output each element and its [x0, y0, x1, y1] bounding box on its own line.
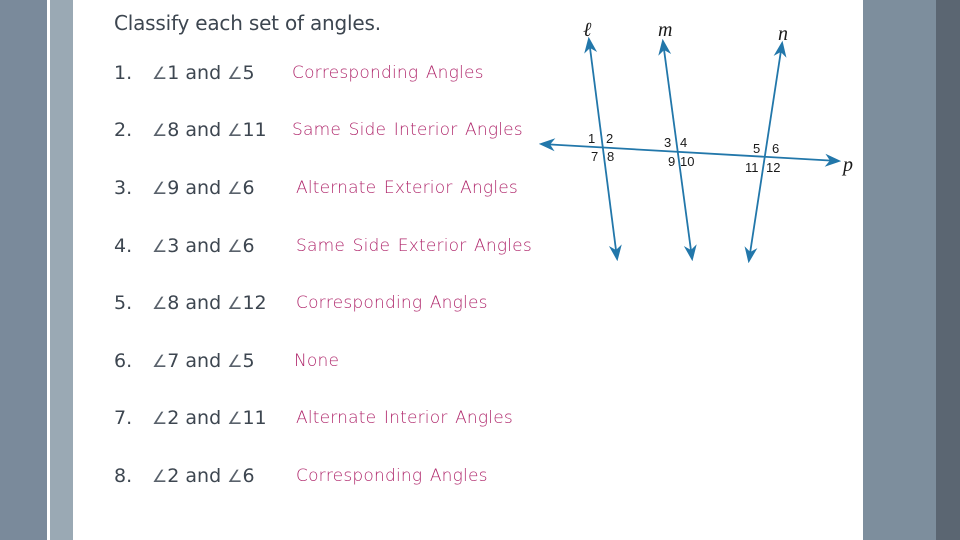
angle-a: 2	[167, 407, 180, 429]
parallel-lines-diagram: ℓ m n p 1 2 7 8 3 4 9 10 5 6 11 12	[530, 10, 860, 270]
and-word: and	[185, 62, 222, 84]
angle-label-3: 3	[664, 135, 671, 150]
line-m	[658, 38, 697, 262]
angle-label-6: 6	[772, 141, 779, 156]
and-word: and	[185, 119, 222, 141]
left-accent-bar-light	[50, 0, 73, 540]
and-word: and	[185, 235, 222, 257]
angle-pair: ∠8 and ∠12	[152, 292, 267, 314]
angle-pair: ∠8 and ∠11	[152, 119, 267, 141]
angle-icon: ∠	[152, 237, 168, 257]
angle-icon: ∠	[152, 409, 168, 429]
label-line-m: m	[658, 19, 672, 41]
question-number: 7.	[114, 407, 133, 429]
angle-a: 9	[167, 177, 180, 199]
angle-a: 8	[167, 119, 180, 141]
page-title: Classify each set of angles.	[114, 11, 381, 35]
question-number: 3.	[114, 177, 133, 199]
question-item: 2. ∠8 and ∠11 Same Side Interior Angles	[114, 119, 554, 147]
question-item: 6. ∠7 and ∠5 None	[114, 350, 554, 378]
angle-label-10: 10	[680, 154, 694, 169]
angle-a: 7	[167, 350, 180, 372]
question-item: 1. ∠1 and ∠5 Corresponding Angles	[114, 62, 554, 90]
angle-icon: ∠	[227, 294, 243, 314]
angle-pair: ∠9 and ∠6	[152, 177, 255, 199]
angle-label-1: 1	[588, 131, 595, 146]
angle-icon: ∠	[152, 179, 168, 199]
angle-icon: ∠	[227, 352, 243, 372]
angle-pair: ∠2 and ∠11	[152, 407, 267, 429]
answer-text: Same Side Exterior Angles	[296, 236, 532, 256]
question-number: 8.	[114, 465, 133, 487]
and-word: and	[185, 177, 222, 199]
angle-icon: ∠	[152, 467, 168, 487]
angle-pair: ∠1 and ∠5	[152, 62, 255, 84]
angle-pair: ∠7 and ∠5	[152, 350, 255, 372]
question-item: 3. ∠9 and ∠6 Alternate Exterior Angles	[114, 177, 554, 205]
angle-b: 6	[242, 465, 255, 487]
diagram-svg: ℓ m n p 1 2 7 8 3 4 9 10 5 6 11 12	[538, 19, 853, 264]
angle-icon: ∠	[227, 121, 243, 141]
angle-a: 1	[167, 62, 180, 84]
slide: Classify each set of angles. 1. ∠1 and ∠5…	[0, 0, 960, 540]
and-word: and	[185, 465, 222, 487]
label-line-p: p	[841, 154, 853, 176]
right-accent-bar-dark	[936, 0, 960, 540]
answer-text: Same Side Interior Angles	[292, 120, 523, 140]
angle-label-8: 8	[607, 149, 614, 164]
angle-b: 6	[242, 177, 255, 199]
angle-icon: ∠	[227, 237, 243, 257]
angle-label-5: 5	[753, 141, 760, 156]
angle-icon: ∠	[227, 179, 243, 199]
question-number: 1.	[114, 62, 133, 84]
angle-b: 5	[242, 350, 255, 372]
angle-pair: ∠2 and ∠6	[152, 465, 255, 487]
angle-b: 11	[242, 119, 267, 141]
angle-icon: ∠	[152, 64, 168, 84]
angle-b: 6	[242, 235, 255, 257]
answer-text: Corresponding Angles	[296, 466, 488, 486]
angle-b: 11	[242, 407, 267, 429]
left-accent-bar-dark	[0, 0, 47, 540]
and-word: and	[185, 292, 222, 314]
answer-text: Corresponding Angles	[296, 293, 488, 313]
answer-text: Corresponding Angles	[292, 63, 484, 83]
angle-b: 5	[242, 62, 255, 84]
question-item: 8. ∠2 and ∠6 Corresponding Angles	[114, 465, 554, 493]
question-item: 7. ∠2 and ∠11 Alternate Interior Angles	[114, 407, 554, 435]
question-number: 2.	[114, 119, 133, 141]
angle-pair: ∠3 and ∠6	[152, 235, 255, 257]
angle-label-9: 9	[668, 154, 675, 169]
question-number: 6.	[114, 350, 133, 372]
angle-a: 8	[167, 292, 180, 314]
angle-label-2: 2	[606, 131, 613, 146]
angle-icon: ∠	[152, 352, 168, 372]
question-item: 5. ∠8 and ∠12 Corresponding Angles	[114, 292, 554, 320]
angle-b: 12	[242, 292, 267, 314]
angle-icon: ∠	[227, 409, 243, 429]
angle-a: 2	[167, 465, 180, 487]
and-word: and	[185, 407, 222, 429]
question-number: 5.	[114, 292, 133, 314]
answer-text: None	[294, 351, 340, 371]
right-accent-bar	[863, 0, 936, 540]
answer-text: Alternate Interior Angles	[296, 408, 513, 428]
question-item: 4. ∠3 and ∠6 Same Side Exterior Angles	[114, 235, 554, 263]
and-word: and	[185, 350, 222, 372]
angle-icon: ∠	[152, 121, 168, 141]
angle-label-4: 4	[680, 135, 687, 150]
label-line-l: ℓ	[583, 19, 592, 41]
angle-a: 3	[167, 235, 180, 257]
angle-icon: ∠	[152, 294, 168, 314]
angle-label-11: 11	[745, 160, 759, 175]
angle-icon: ∠	[227, 467, 243, 487]
angle-label-7: 7	[591, 149, 598, 164]
question-number: 4.	[114, 235, 133, 257]
label-line-n: n	[778, 23, 788, 45]
angle-label-12: 12	[766, 160, 780, 175]
angle-icon: ∠	[227, 64, 243, 84]
answer-text: Alternate Exterior Angles	[296, 178, 518, 198]
